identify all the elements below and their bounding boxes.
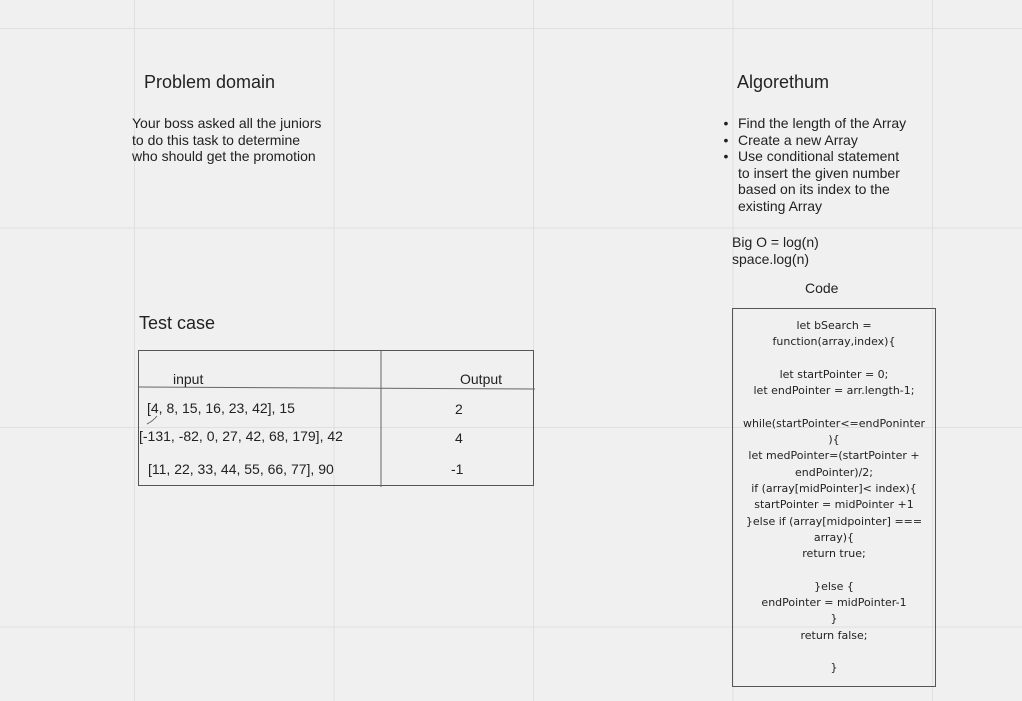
test-case-table: input Output [4, 8, 15, 16, 23, 42], 15 … <box>138 350 535 487</box>
column-header-output: Output <box>460 371 503 387</box>
code-text: let bSearch = function(array,index){ let… <box>742 319 926 675</box>
bullet-icon: • <box>723 148 729 164</box>
column-header-input: input <box>173 371 204 387</box>
bullet-icon: • <box>723 115 729 131</box>
algorithm-step-text: Use conditional statement to insert the … <box>738 148 900 214</box>
table-cell-input: [11, 22, 33, 44, 55, 66, 77], 90 <box>148 461 334 477</box>
test-case-heading: Test case <box>139 313 216 333</box>
stray-mark <box>146 415 158 425</box>
header-divider <box>139 386 535 390</box>
code-box: let bSearch = function(array,index){ let… <box>732 308 936 687</box>
algorithm-step: • Use conditional statement to insert the… <box>722 148 932 214</box>
problem-domain-heading: Problem domain <box>144 72 276 92</box>
algorithm-steps-list: • Find the length of the Array • Create a … <box>722 115 932 214</box>
table-cell-output: 4 <box>455 430 463 446</box>
code-heading: Code <box>805 280 839 296</box>
algorithm-step: • Find the length of the Array <box>722 115 932 132</box>
algorithm-step: • Create a new Array <box>722 132 932 149</box>
big-o-text: Big O = log(n) space.log(n) <box>732 234 819 267</box>
table-cell-output: -1 <box>451 461 464 477</box>
problem-domain-text: Your boss asked all the juniors to do th… <box>132 115 322 164</box>
bullet-icon: • <box>723 131 729 148</box>
table-cell-input: [-131, -82, 0, 27, 42, 68, 179], 42 <box>139 428 343 444</box>
table-cell-output: 2 <box>455 401 463 417</box>
algorithm-heading: Algorethum <box>737 72 830 92</box>
algorithm-step-text: Create a new Array <box>738 131 858 148</box>
algorithm-step-text: Find the length of the Array <box>738 115 907 131</box>
table-cell-input: [4, 8, 15, 16, 23, 42], 15 <box>147 400 295 416</box>
